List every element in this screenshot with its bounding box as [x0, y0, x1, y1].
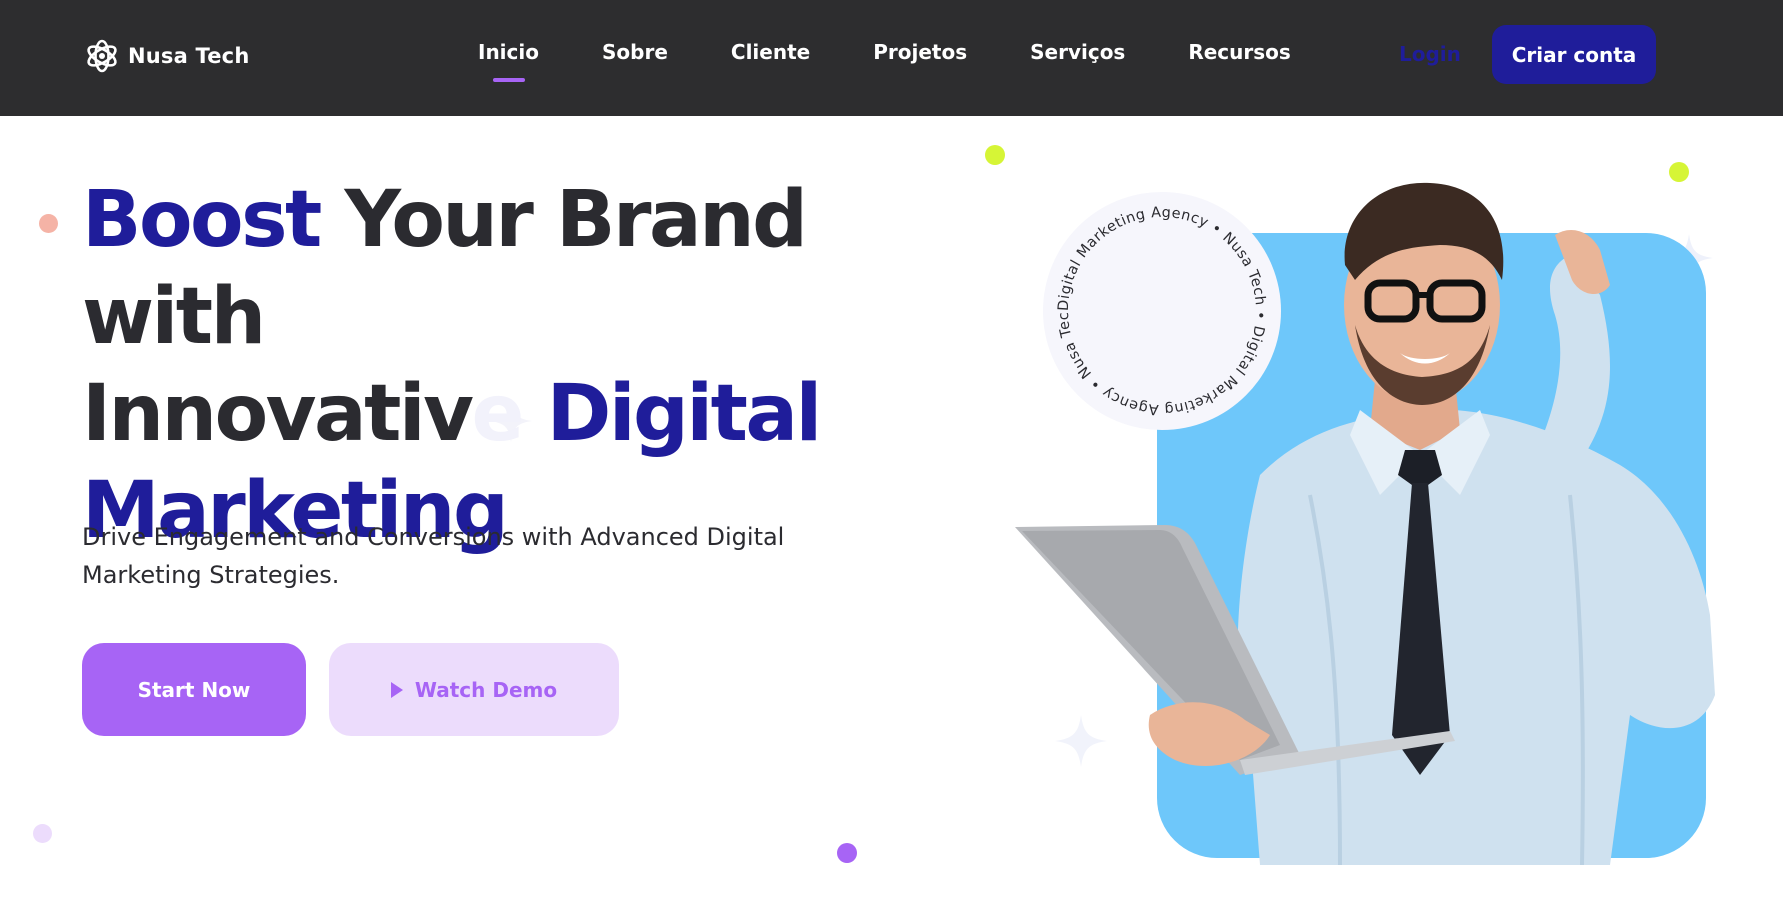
- hero-title-faded: e: [471, 369, 525, 459]
- hero-title-accent: Digital: [521, 369, 823, 459]
- hero-subtitle: Drive Engagement and Conversions with Ad…: [82, 523, 785, 589]
- nav-link-inicio[interactable]: Inicio: [478, 40, 539, 70]
- decor-dot-purple: [837, 843, 857, 863]
- watch-demo-button[interactable]: Watch Demo: [329, 643, 619, 736]
- top-navbar: Nusa Tech Inicio Sobre Cliente Projetos …: [0, 0, 1783, 116]
- nav-link-recursos[interactable]: Recursos: [1188, 40, 1290, 70]
- nav-link-projetos[interactable]: Projetos: [873, 40, 967, 70]
- start-now-button[interactable]: Start Now: [82, 643, 306, 736]
- login-link[interactable]: Login: [1399, 42, 1461, 66]
- create-account-button[interactable]: Criar conta: [1492, 25, 1656, 84]
- play-icon: [390, 681, 403, 698]
- hero-title: Boost Your Brand with Innovative Digital…: [82, 172, 982, 560]
- decor-dot-lilac: [33, 824, 52, 843]
- brand[interactable]: Nusa Tech: [84, 38, 249, 74]
- decor-dot-coral: [39, 214, 58, 233]
- atom-icon: [87, 39, 117, 73]
- watch-demo-label: Watch Demo: [414, 677, 558, 702]
- hero-title-accent: Boost: [82, 175, 322, 265]
- nav-link-sobre[interactable]: Sobre: [602, 40, 668, 70]
- brand-name: Nusa Tech: [128, 44, 250, 68]
- decor-dot-lime: [985, 145, 1005, 165]
- businessman-with-laptop-image: [1015, 182, 1715, 865]
- nav-link-cliente[interactable]: Cliente: [731, 40, 810, 70]
- hero-title-text: Innovativ: [82, 369, 474, 459]
- nav-link-servicos[interactable]: Serviços: [1030, 40, 1125, 70]
- main-nav: Inicio Sobre Cliente Projetos Serviços R…: [478, 40, 1291, 70]
